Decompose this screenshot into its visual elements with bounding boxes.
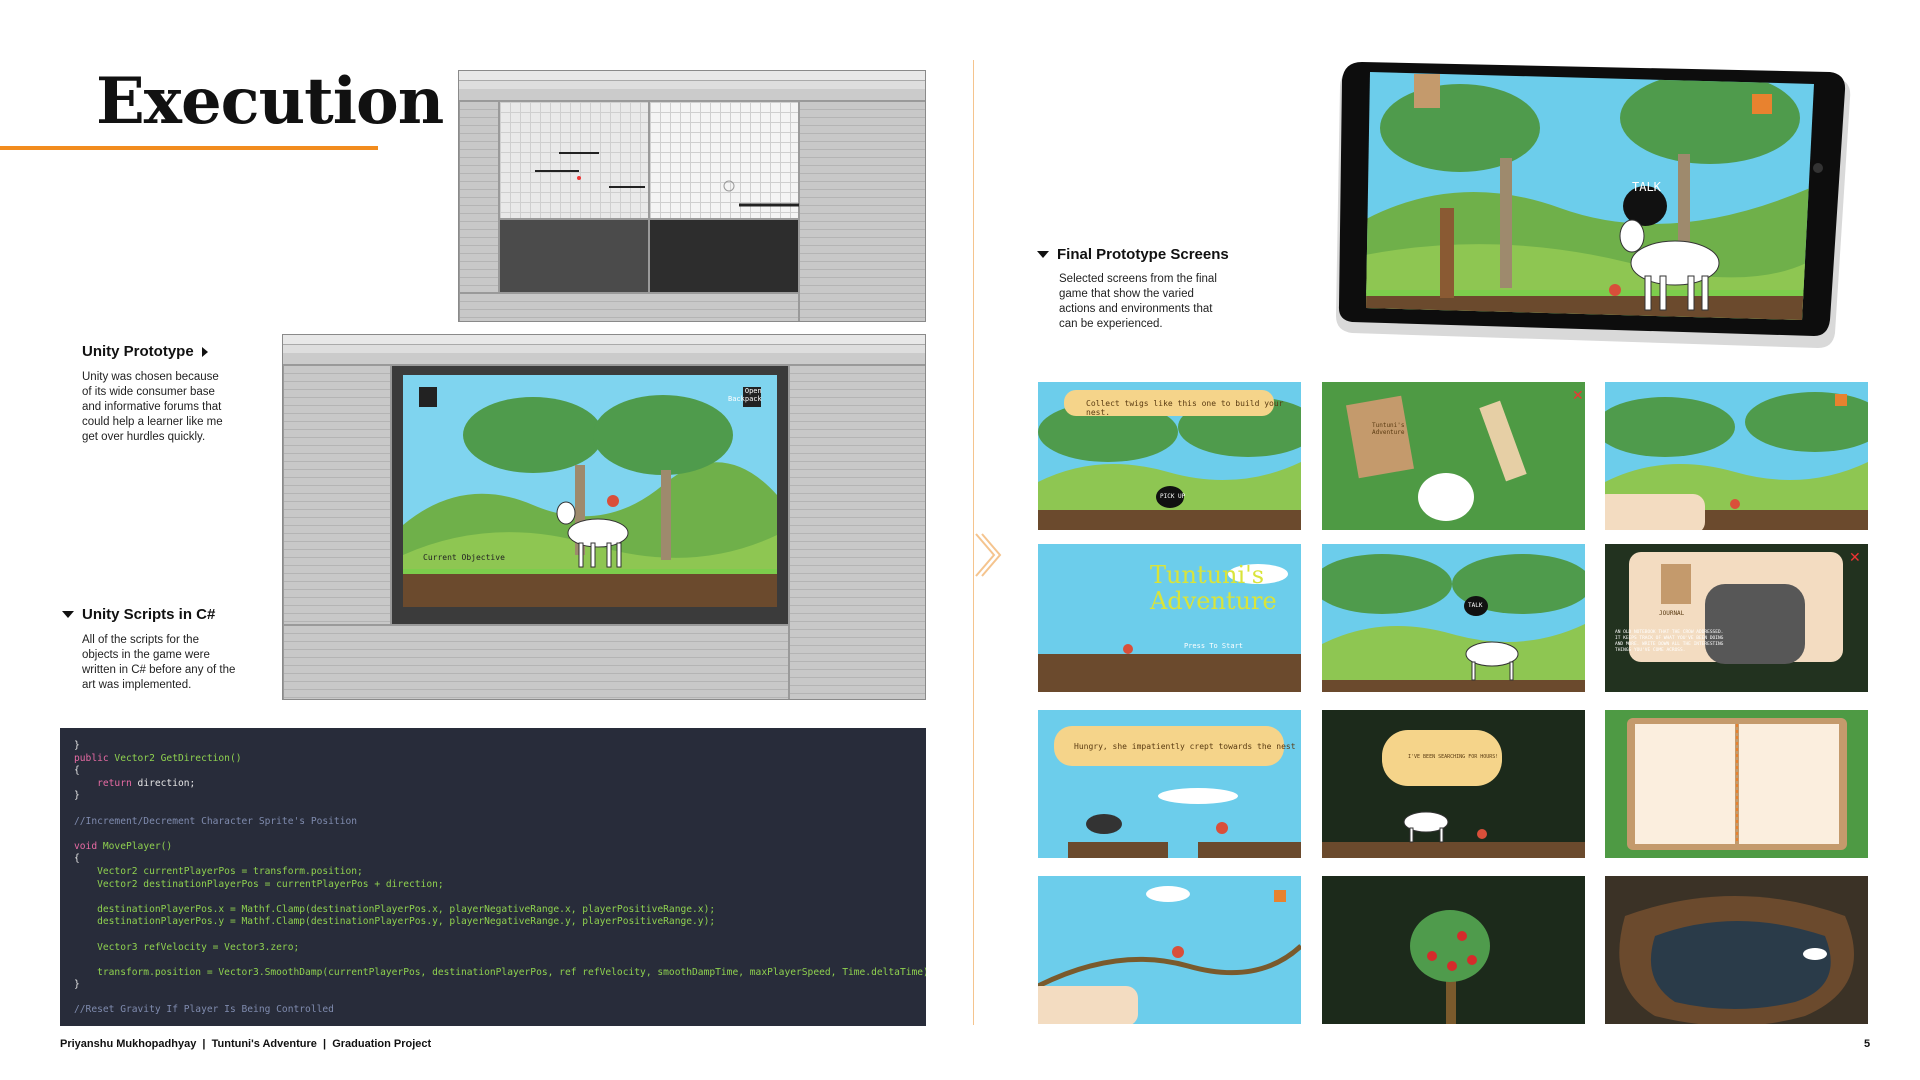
triangle-right-icon bbox=[201, 346, 208, 357]
chevron-right-icon bbox=[975, 533, 1002, 577]
screen-8-text: I'VE BEEN SEARCHING FOR HOURS! bbox=[1408, 754, 1499, 760]
screen-thumb-1: Collect twigs like this one to build you… bbox=[1038, 382, 1301, 530]
screen-4-press-start[interactable]: Press To Start bbox=[1184, 642, 1243, 650]
unity-scripts-heading-text: Unity Scripts in C# bbox=[82, 606, 216, 623]
screen-1-text: Collect twigs like this one to build you… bbox=[1086, 399, 1284, 417]
code-block: } public Vector2 GetDirection(){ return d… bbox=[60, 728, 926, 1026]
screen-thumb-11 bbox=[1322, 876, 1585, 1024]
final-screens-heading: Final Prototype Screens bbox=[1037, 246, 1229, 263]
code-line: Vector3 refVelocity = Vector3.zero; bbox=[74, 941, 300, 953]
screen-thumb-3 bbox=[1605, 382, 1868, 530]
code-line: destinationPlayerPos.x = Mathf.Clamp(des… bbox=[74, 903, 716, 915]
code-line: transform.position = Vector3.SmoothDamp(… bbox=[74, 966, 926, 978]
screen-thumb-10 bbox=[1038, 876, 1301, 1024]
unity-prototype-body: Unity was chosen because of its wide con… bbox=[82, 371, 223, 443]
page-title: Execution bbox=[96, 64, 444, 139]
code-line: } bbox=[74, 790, 80, 802]
screen-4-title-line2: Adventure bbox=[1150, 587, 1277, 615]
code-line: { bbox=[74, 853, 80, 865]
screen-6-text: AN OLD NOTEBOOK THAT THE CROW ADDRESSED.… bbox=[1615, 630, 1724, 653]
unity-scripts-body: All of the scripts for the objects in th… bbox=[82, 634, 236, 691]
screen-4-title-line1: Tuntuni's bbox=[1150, 561, 1265, 589]
screen-thumb-2: ✕ Tuntuni's Adventure bbox=[1322, 382, 1585, 530]
game-view bbox=[403, 375, 777, 607]
code-line: void MovePlayer() bbox=[74, 840, 173, 852]
unity-prototype-heading: Unity Prototype bbox=[82, 343, 208, 360]
unity-editor-screenshot-top bbox=[458, 70, 926, 322]
footer-credit: Priyanshu Mukhopadhyay | Tuntuni's Adven… bbox=[60, 1038, 432, 1050]
screen-thumb-7: Hungry, she impatiently crept towards th… bbox=[1038, 710, 1301, 858]
unity-prototype-heading-text: Unity Prototype bbox=[82, 343, 194, 360]
screen-thumb-5: TALK bbox=[1322, 544, 1585, 692]
code-line: Vector2 destinationPlayerPos = currentPl… bbox=[74, 878, 444, 890]
unity-editor-screenshot-game: Open Backpack Current Objective bbox=[282, 334, 926, 700]
code-line: } bbox=[74, 979, 80, 991]
triangle-down-icon bbox=[62, 611, 74, 618]
code-line: //Reset Gravity If Player Is Being Contr… bbox=[74, 1004, 334, 1016]
svg-text:✕: ✕ bbox=[1572, 387, 1584, 403]
screen-4-title: Tuntuni's Adventure bbox=[1150, 562, 1277, 614]
screen-1-pickup: PICK UP bbox=[1160, 493, 1186, 500]
triangle-down-icon bbox=[1037, 251, 1049, 258]
title-underline bbox=[0, 146, 378, 150]
screen-thumb-6: ✕ JOURNAL AN OLD NOTEBOOK THAT THE CROW … bbox=[1605, 544, 1868, 692]
unity-scripts-heading: Unity Scripts in C# bbox=[62, 606, 215, 623]
screen-thumb-8: I'VE BEEN SEARCHING FOR HOURS! bbox=[1322, 710, 1585, 858]
svg-text:✕: ✕ bbox=[1849, 549, 1861, 565]
code-line: Vector2 currentPlayerPos = transform.pos… bbox=[74, 865, 363, 877]
code-line: { bbox=[74, 765, 80, 777]
screen-thumb-4: Tuntuni's Adventure Press To Start bbox=[1038, 544, 1301, 692]
screen-thumb-12 bbox=[1605, 876, 1868, 1024]
phone-mockup bbox=[1336, 62, 1851, 348]
code-line: destinationPlayerPos.y = Mathf.Clamp(des… bbox=[74, 916, 716, 928]
screen-7-text: Hungry, she impatiently crept towards th… bbox=[1074, 742, 1296, 751]
hud-current-objective: Current Objective bbox=[423, 553, 505, 562]
code-line: //Increment/Decrement Character Sprite's… bbox=[74, 815, 358, 827]
hud-open-backpack: Open Backpack bbox=[728, 387, 762, 403]
final-screens-heading-text: Final Prototype Screens bbox=[1057, 246, 1229, 263]
code-line: public Vector2 GetDirection() bbox=[74, 752, 242, 764]
page-number: 5 bbox=[1864, 1038, 1871, 1050]
screen-thumb-9 bbox=[1605, 710, 1868, 858]
screen-2-book: Tuntuni's Adventure bbox=[1372, 422, 1405, 436]
code-line: return direction; bbox=[97, 777, 196, 789]
screen-5-talk: TALK bbox=[1468, 602, 1483, 609]
code-line: } bbox=[74, 740, 80, 751]
phone-talk-bubble: TALK bbox=[1632, 180, 1661, 194]
screen-6-label: JOURNAL bbox=[1659, 610, 1685, 617]
final-screens-body: Selected screens from the final game tha… bbox=[1059, 273, 1217, 330]
